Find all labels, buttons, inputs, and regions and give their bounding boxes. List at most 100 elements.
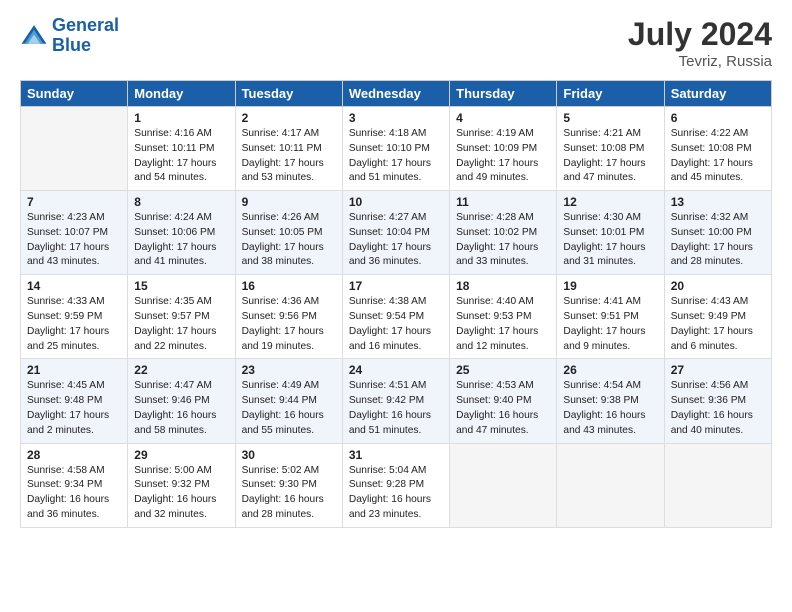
day-info: Sunrise: 4:43 AM Sunset: 9:49 PM Dayligh…	[671, 295, 765, 354]
day-info: Sunrise: 4:28 AM Sunset: 10:02 PM Daylig…	[456, 211, 550, 270]
day-cell: 30 Sunrise: 5:02 AM Sunset: 9:30 PM Dayli…	[235, 443, 342, 527]
day-cell: 21 Sunrise: 4:45 AM Sunset: 9:48 PM Dayli…	[21, 359, 128, 443]
day-cell: 23 Sunrise: 4:49 AM Sunset: 9:44 PM Dayli…	[235, 359, 342, 443]
day-number: 15	[134, 279, 228, 293]
title-block: July 2024 Tevriz, Russia	[628, 16, 772, 70]
logo-line2: Blue	[52, 35, 91, 55]
day-number: 4	[456, 111, 550, 125]
week-row-2: 7Sunrise: 4:23 AM Sunset: 10:07 PM Dayli…	[21, 191, 772, 275]
day-cell: 29 Sunrise: 5:00 AM Sunset: 9:32 PM Dayli…	[128, 443, 235, 527]
day-cell: 26 Sunrise: 4:54 AM Sunset: 9:38 PM Dayli…	[557, 359, 664, 443]
day-number: 26	[563, 363, 657, 377]
day-number: 24	[349, 363, 443, 377]
day-number: 11	[456, 195, 550, 209]
day-number: 23	[242, 363, 336, 377]
header-row: SundayMondayTuesdayWednesdayThursdayFrid…	[21, 81, 772, 107]
day-cell: 12Sunrise: 4:30 AM Sunset: 10:01 PM Dayl…	[557, 191, 664, 275]
day-info: Sunrise: 4:41 AM Sunset: 9:51 PM Dayligh…	[563, 295, 657, 354]
day-number: 5	[563, 111, 657, 125]
day-number: 31	[349, 448, 443, 462]
day-number: 10	[349, 195, 443, 209]
day-info: Sunrise: 4:26 AM Sunset: 10:05 PM Daylig…	[242, 211, 336, 270]
day-number: 29	[134, 448, 228, 462]
day-cell: 27Sunrise: 4:56 AM Sunset: 9:36 PM Dayli…	[664, 359, 771, 443]
day-cell: 14 Sunrise: 4:33 AM Sunset: 9:59 PM Dayli…	[21, 275, 128, 359]
day-info: Sunrise: 4:45 AM Sunset: 9:48 PM Dayligh…	[27, 379, 121, 438]
col-header-tuesday: Tuesday	[235, 81, 342, 107]
day-cell: 15 Sunrise: 4:35 AM Sunset: 9:57 PM Dayli…	[128, 275, 235, 359]
day-number: 17	[349, 279, 443, 293]
week-row-3: 14 Sunrise: 4:33 AM Sunset: 9:59 PM Dayli…	[21, 275, 772, 359]
col-header-wednesday: Wednesday	[342, 81, 449, 107]
day-info: Sunrise: 4:18 AM Sunset: 10:10 PM Daylig…	[349, 127, 443, 186]
day-cell: 11 Sunrise: 4:28 AM Sunset: 10:02 PM Dayl…	[450, 191, 557, 275]
day-number: 16	[242, 279, 336, 293]
day-cell	[557, 443, 664, 527]
day-info: Sunrise: 4:49 AM Sunset: 9:44 PM Dayligh…	[242, 379, 336, 438]
day-info: Sunrise: 4:53 AM Sunset: 9:40 PM Dayligh…	[456, 379, 550, 438]
day-cell: 25Sunrise: 4:53 AM Sunset: 9:40 PM Dayli…	[450, 359, 557, 443]
day-info: Sunrise: 4:40 AM Sunset: 9:53 PM Dayligh…	[456, 295, 550, 354]
week-row-1: 1Sunrise: 4:16 AM Sunset: 10:11 PM Dayli…	[21, 107, 772, 191]
day-number: 14	[27, 279, 121, 293]
day-cell: 28 Sunrise: 4:58 AM Sunset: 9:34 PM Dayli…	[21, 443, 128, 527]
day-number: 6	[671, 111, 765, 125]
day-cell: 10 Sunrise: 4:27 AM Sunset: 10:04 PM Dayl…	[342, 191, 449, 275]
month-title: July 2024	[628, 16, 772, 53]
day-number: 30	[242, 448, 336, 462]
day-number: 2	[242, 111, 336, 125]
logo-text: General Blue	[52, 16, 119, 56]
day-info: Sunrise: 4:58 AM Sunset: 9:34 PM Dayligh…	[27, 464, 121, 523]
day-info: Sunrise: 5:04 AM Sunset: 9:28 PM Dayligh…	[349, 464, 443, 523]
day-cell	[664, 443, 771, 527]
day-info: Sunrise: 4:36 AM Sunset: 9:56 PM Dayligh…	[242, 295, 336, 354]
day-info: Sunrise: 4:21 AM Sunset: 10:08 PM Daylig…	[563, 127, 657, 186]
day-info: Sunrise: 5:00 AM Sunset: 9:32 PM Dayligh…	[134, 464, 228, 523]
day-cell: 13 Sunrise: 4:32 AM Sunset: 10:00 PM Dayl…	[664, 191, 771, 275]
day-number: 28	[27, 448, 121, 462]
day-number: 21	[27, 363, 121, 377]
week-row-5: 28 Sunrise: 4:58 AM Sunset: 9:34 PM Dayli…	[21, 443, 772, 527]
day-cell: 7Sunrise: 4:23 AM Sunset: 10:07 PM Dayli…	[21, 191, 128, 275]
day-number: 18	[456, 279, 550, 293]
day-info: Sunrise: 5:02 AM Sunset: 9:30 PM Dayligh…	[242, 464, 336, 523]
day-info: Sunrise: 4:24 AM Sunset: 10:06 PM Daylig…	[134, 211, 228, 270]
logo-icon	[20, 22, 48, 50]
day-cell: 9 Sunrise: 4:26 AM Sunset: 10:05 PM Dayli…	[235, 191, 342, 275]
location: Tevriz, Russia	[628, 53, 772, 70]
col-header-sunday: Sunday	[21, 81, 128, 107]
day-number: 19	[563, 279, 657, 293]
day-info: Sunrise: 4:56 AM Sunset: 9:36 PM Dayligh…	[671, 379, 765, 438]
day-cell: 2 Sunrise: 4:17 AM Sunset: 10:11 PM Dayli…	[235, 107, 342, 191]
day-info: Sunrise: 4:47 AM Sunset: 9:46 PM Dayligh…	[134, 379, 228, 438]
day-number: 9	[242, 195, 336, 209]
day-info: Sunrise: 4:22 AM Sunset: 10:08 PM Daylig…	[671, 127, 765, 186]
day-cell: 19 Sunrise: 4:41 AM Sunset: 9:51 PM Dayli…	[557, 275, 664, 359]
page: General Blue July 2024 Tevriz, Russia Su…	[0, 0, 792, 612]
day-cell: 22 Sunrise: 4:47 AM Sunset: 9:46 PM Dayli…	[128, 359, 235, 443]
day-cell: 4 Sunrise: 4:19 AM Sunset: 10:09 PM Dayli…	[450, 107, 557, 191]
header: General Blue July 2024 Tevriz, Russia	[20, 16, 772, 70]
day-cell	[21, 107, 128, 191]
day-info: Sunrise: 4:54 AM Sunset: 9:38 PM Dayligh…	[563, 379, 657, 438]
day-info: Sunrise: 4:38 AM Sunset: 9:54 PM Dayligh…	[349, 295, 443, 354]
day-info: Sunrise: 4:35 AM Sunset: 9:57 PM Dayligh…	[134, 295, 228, 354]
day-cell: 5 Sunrise: 4:21 AM Sunset: 10:08 PM Dayli…	[557, 107, 664, 191]
day-cell: 1Sunrise: 4:16 AM Sunset: 10:11 PM Dayli…	[128, 107, 235, 191]
day-info: Sunrise: 4:19 AM Sunset: 10:09 PM Daylig…	[456, 127, 550, 186]
day-info: Sunrise: 4:27 AM Sunset: 10:04 PM Daylig…	[349, 211, 443, 270]
week-row-4: 21 Sunrise: 4:45 AM Sunset: 9:48 PM Dayli…	[21, 359, 772, 443]
day-number: 1	[134, 111, 228, 125]
col-header-monday: Monday	[128, 81, 235, 107]
col-header-thursday: Thursday	[450, 81, 557, 107]
day-info: Sunrise: 4:33 AM Sunset: 9:59 PM Dayligh…	[27, 295, 121, 354]
day-number: 13	[671, 195, 765, 209]
day-info: Sunrise: 4:32 AM Sunset: 10:00 PM Daylig…	[671, 211, 765, 270]
day-number: 7	[27, 195, 121, 209]
day-number: 12	[563, 195, 657, 209]
day-number: 22	[134, 363, 228, 377]
day-cell: 16 Sunrise: 4:36 AM Sunset: 9:56 PM Dayli…	[235, 275, 342, 359]
day-cell	[450, 443, 557, 527]
day-cell: 6 Sunrise: 4:22 AM Sunset: 10:08 PM Dayli…	[664, 107, 771, 191]
day-info: Sunrise: 4:17 AM Sunset: 10:11 PM Daylig…	[242, 127, 336, 186]
